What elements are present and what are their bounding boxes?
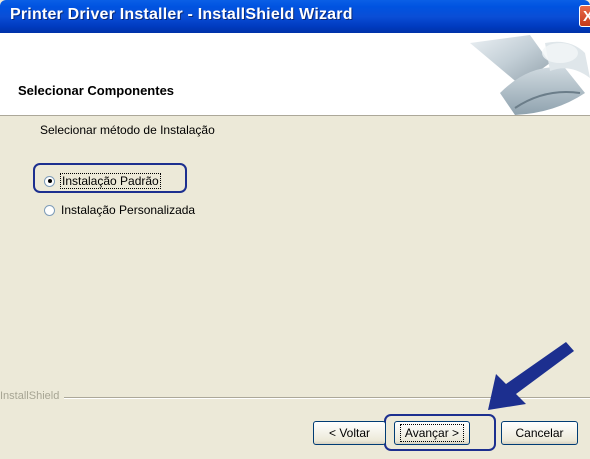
radio-standard[interactable] <box>44 175 55 187</box>
back-button[interactable]: < Voltar <box>313 421 386 445</box>
cancel-button[interactable]: Cancelar <box>501 421 578 445</box>
option-standard[interactable]: Instalação Padrão <box>44 173 161 189</box>
close-button[interactable]: X <box>579 5 590 27</box>
close-icon: X <box>583 7 590 25</box>
radio-custom[interactable] <box>44 204 55 216</box>
next-button[interactable]: Avançar > <box>394 421 470 445</box>
window-title: Printer Driver Installer - InstallShield… <box>10 6 353 23</box>
install-method-prompt: Selecionar método de Instalação <box>40 123 215 137</box>
option-custom-label[interactable]: Instalação Personalizada <box>61 203 195 217</box>
installshield-brand: InstallShield <box>0 390 60 402</box>
next-button-label: Avançar > <box>399 424 465 442</box>
option-custom[interactable]: Instalação Personalizada <box>44 203 195 217</box>
option-standard-label[interactable]: Instalação Padrão <box>60 173 161 189</box>
title-bar[interactable]: Printer Driver Installer - InstallShield… <box>0 0 590 33</box>
back-button-label: < Voltar <box>328 426 371 440</box>
computer-cd-graphic <box>470 35 590 115</box>
arrow-pointer-icon <box>488 342 574 410</box>
cancel-button-label: Cancelar <box>515 426 564 440</box>
page-title: Selecionar Componentes <box>18 83 175 98</box>
